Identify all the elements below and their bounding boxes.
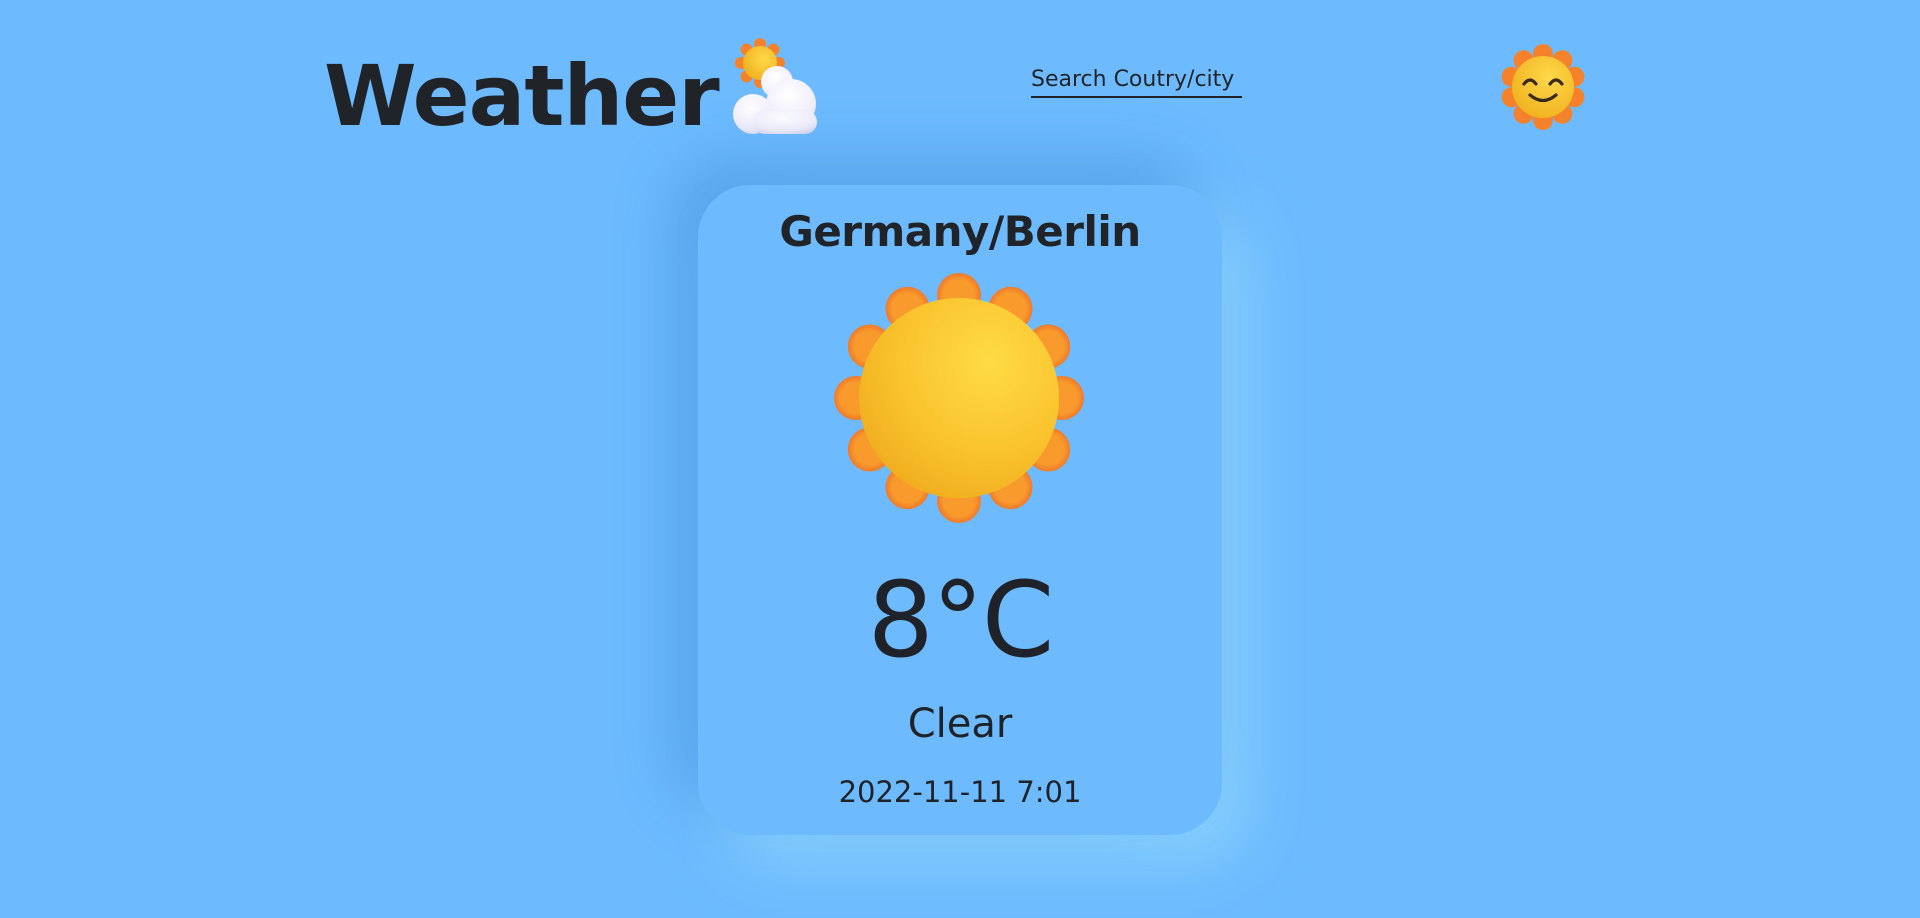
weather-card: Germany/Berlin 8°C Clear 2022-11-11 7:01 [698,185,1222,835]
weather-condition: Clear [907,701,1013,747]
search-input[interactable] [1031,62,1242,98]
sun-icon [834,273,1084,523]
location-title: Germany/Berlin [779,207,1141,256]
weather-app: Weather Search Coutry/city Germany/Berli… [0,0,1920,918]
date-time: 2022-11-11 7:01 [838,775,1082,809]
temperature-value: 8°C [867,559,1055,681]
smiling-sun-icon[interactable] [1497,41,1589,133]
sun-behind-cloud-icon [732,38,817,134]
app-title: Weather [324,47,720,145]
app-logo: Weather [324,36,839,148]
